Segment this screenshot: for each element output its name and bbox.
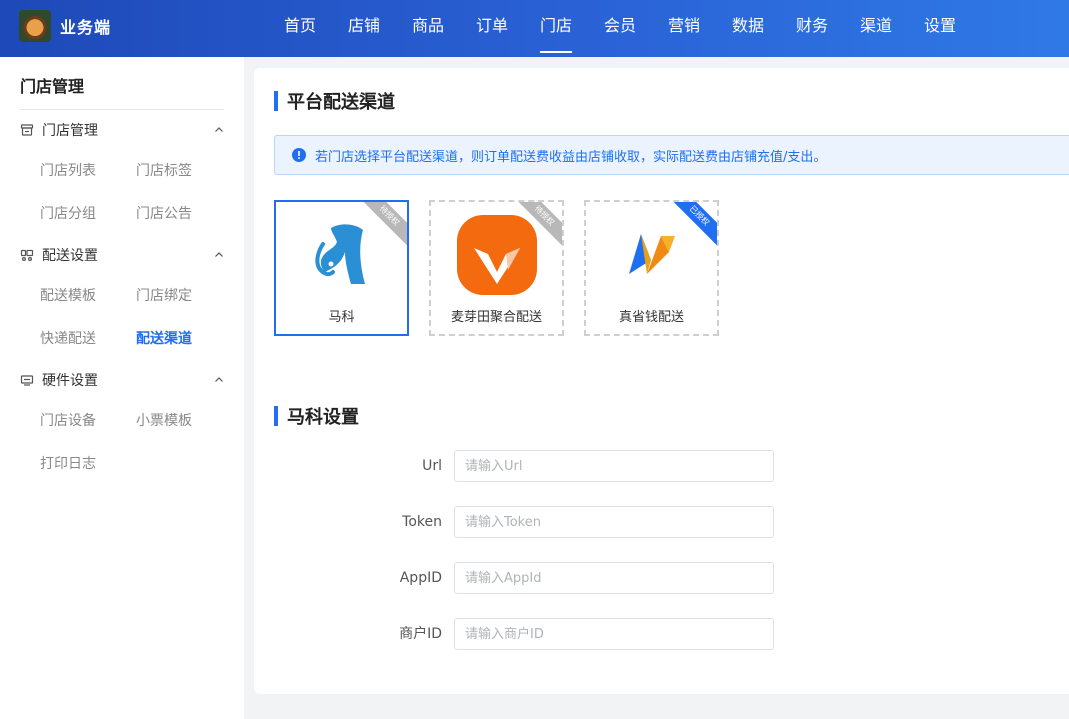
chevron-up-icon[interactable] [214,375,224,385]
form-row-token: Token [254,506,1069,538]
chevron-up-icon[interactable] [214,125,224,135]
maiyatian-logo-icon [456,214,538,296]
merchant-id-input[interactable] [454,618,774,650]
token-label: Token [402,514,442,530]
sidebar-item-receipt-templates[interactable]: 小票模板 [136,410,192,430]
section-title-platform-channels: 平台配送渠道 [274,90,395,113]
nav-item-settings[interactable]: 设置 [908,0,972,57]
sidebar-item-delivery-channels[interactable]: 配送渠道 [136,328,192,348]
info-notice: 若门店选择平台配送渠道，则订单配送费收益由店铺收取，实际配送费由店铺充值/支出。 [274,135,1069,175]
store-icon [20,123,34,137]
nav-item-members[interactable]: 会员 [588,0,652,57]
top-bar: 业务端 首页 店铺 商品 订单 门店 会员 营销 数据 财务 渠道 设置 [0,0,1069,57]
sidebar-item-store-list[interactable]: 门店列表 [40,160,96,180]
nav-item-stores[interactable]: 门店 [524,0,588,57]
sidebar-item-print-logs[interactable]: 打印日志 [40,453,96,473]
nav-item-channels[interactable]: 渠道 [844,0,908,57]
chevron-up-icon[interactable] [214,250,224,260]
channel-card-maiyatian[interactable]: 麦芽田聚合配送 待授权 [429,200,564,336]
horse-logo-icon [301,214,383,296]
sidebar-group-store-management[interactable]: 门店管理 [20,120,224,140]
channel-card-zhenshengqian[interactable]: 真省钱配送 已授权 [584,200,719,336]
brand-name: 业务端 [60,18,112,37]
sidebar-group-label: 硬件设置 [42,373,98,389]
sidebar-group-hardware-settings[interactable]: 硬件设置 [20,370,224,390]
delivery-icon [20,248,34,262]
sidebar-group-delivery-settings[interactable]: 配送设置 [20,245,224,265]
url-label: Url [422,458,442,474]
sidebar-item-store-binding[interactable]: 门店绑定 [136,285,192,305]
nav-item-home[interactable]: 首页 [268,0,332,57]
info-icon [292,148,306,162]
sidebar-title: 门店管理 [20,77,85,96]
sidebar-item-store-notices[interactable]: 门店公告 [136,203,192,223]
section-title-text: 平台配送渠道 [287,92,395,113]
section-accent-bar [274,406,278,426]
form-row-url: Url [254,450,1069,482]
main-panel: 平台配送渠道 若门店选择平台配送渠道，则订单配送费收益由店铺收取，实际配送费由店… [254,68,1069,694]
channel-card-name: 马科 [328,310,355,325]
sidebar-item-store-groups[interactable]: 门店分组 [40,203,96,223]
url-input[interactable] [454,450,774,482]
section-accent-bar [274,91,278,111]
nav-item-goods[interactable]: 商品 [396,0,460,57]
form-row-appid: AppID [254,562,1069,594]
main-nav: 首页 店铺 商品 订单 门店 会员 营销 数据 财务 渠道 设置 [268,0,972,57]
notice-text: 若门店选择平台配送渠道，则订单配送费收益由店铺收取，实际配送费由店铺充值/支出。 [315,149,827,165]
form-row-merchant-id: 商户ID [254,618,1069,650]
token-input[interactable] [454,506,774,538]
sidebar-item-store-devices[interactable]: 门店设备 [40,410,96,430]
merchant-id-label: 商户ID [399,626,442,642]
zhenshengqian-logo-icon [611,214,693,296]
section-title-text: 马科设置 [287,407,359,428]
nav-item-shop[interactable]: 店铺 [332,0,396,57]
brand-logo-icon [19,10,51,42]
nav-item-orders[interactable]: 订单 [460,0,524,57]
nav-item-data[interactable]: 数据 [716,0,780,57]
sidebar-item-store-tags[interactable]: 门店标签 [136,160,192,180]
appid-label: AppID [399,570,442,586]
appid-input[interactable] [454,562,774,594]
section-title-make-settings: 马科设置 [274,405,359,428]
sidebar-divider [20,109,224,110]
sidebar-group-label: 配送设置 [42,248,98,264]
sidebar-item-delivery-templates[interactable]: 配送模板 [40,285,96,305]
channel-card-make[interactable]: 马科 待授权 [274,200,409,336]
channel-card-name: 真省钱配送 [618,310,684,325]
channel-card-name: 麦芽田聚合配送 [450,310,542,325]
sidebar: 门店管理 门店管理 门店列表 门店标签 门店分组 门店公告 配送设置 配送模板 … [0,57,244,719]
nav-item-finance[interactable]: 财务 [780,0,844,57]
brand[interactable]: 业务端 [19,10,111,42]
nav-item-marketing[interactable]: 营销 [652,0,716,57]
printer-icon [20,373,34,387]
sidebar-item-express-delivery[interactable]: 快递配送 [40,328,96,348]
sidebar-group-label: 门店管理 [42,123,98,139]
